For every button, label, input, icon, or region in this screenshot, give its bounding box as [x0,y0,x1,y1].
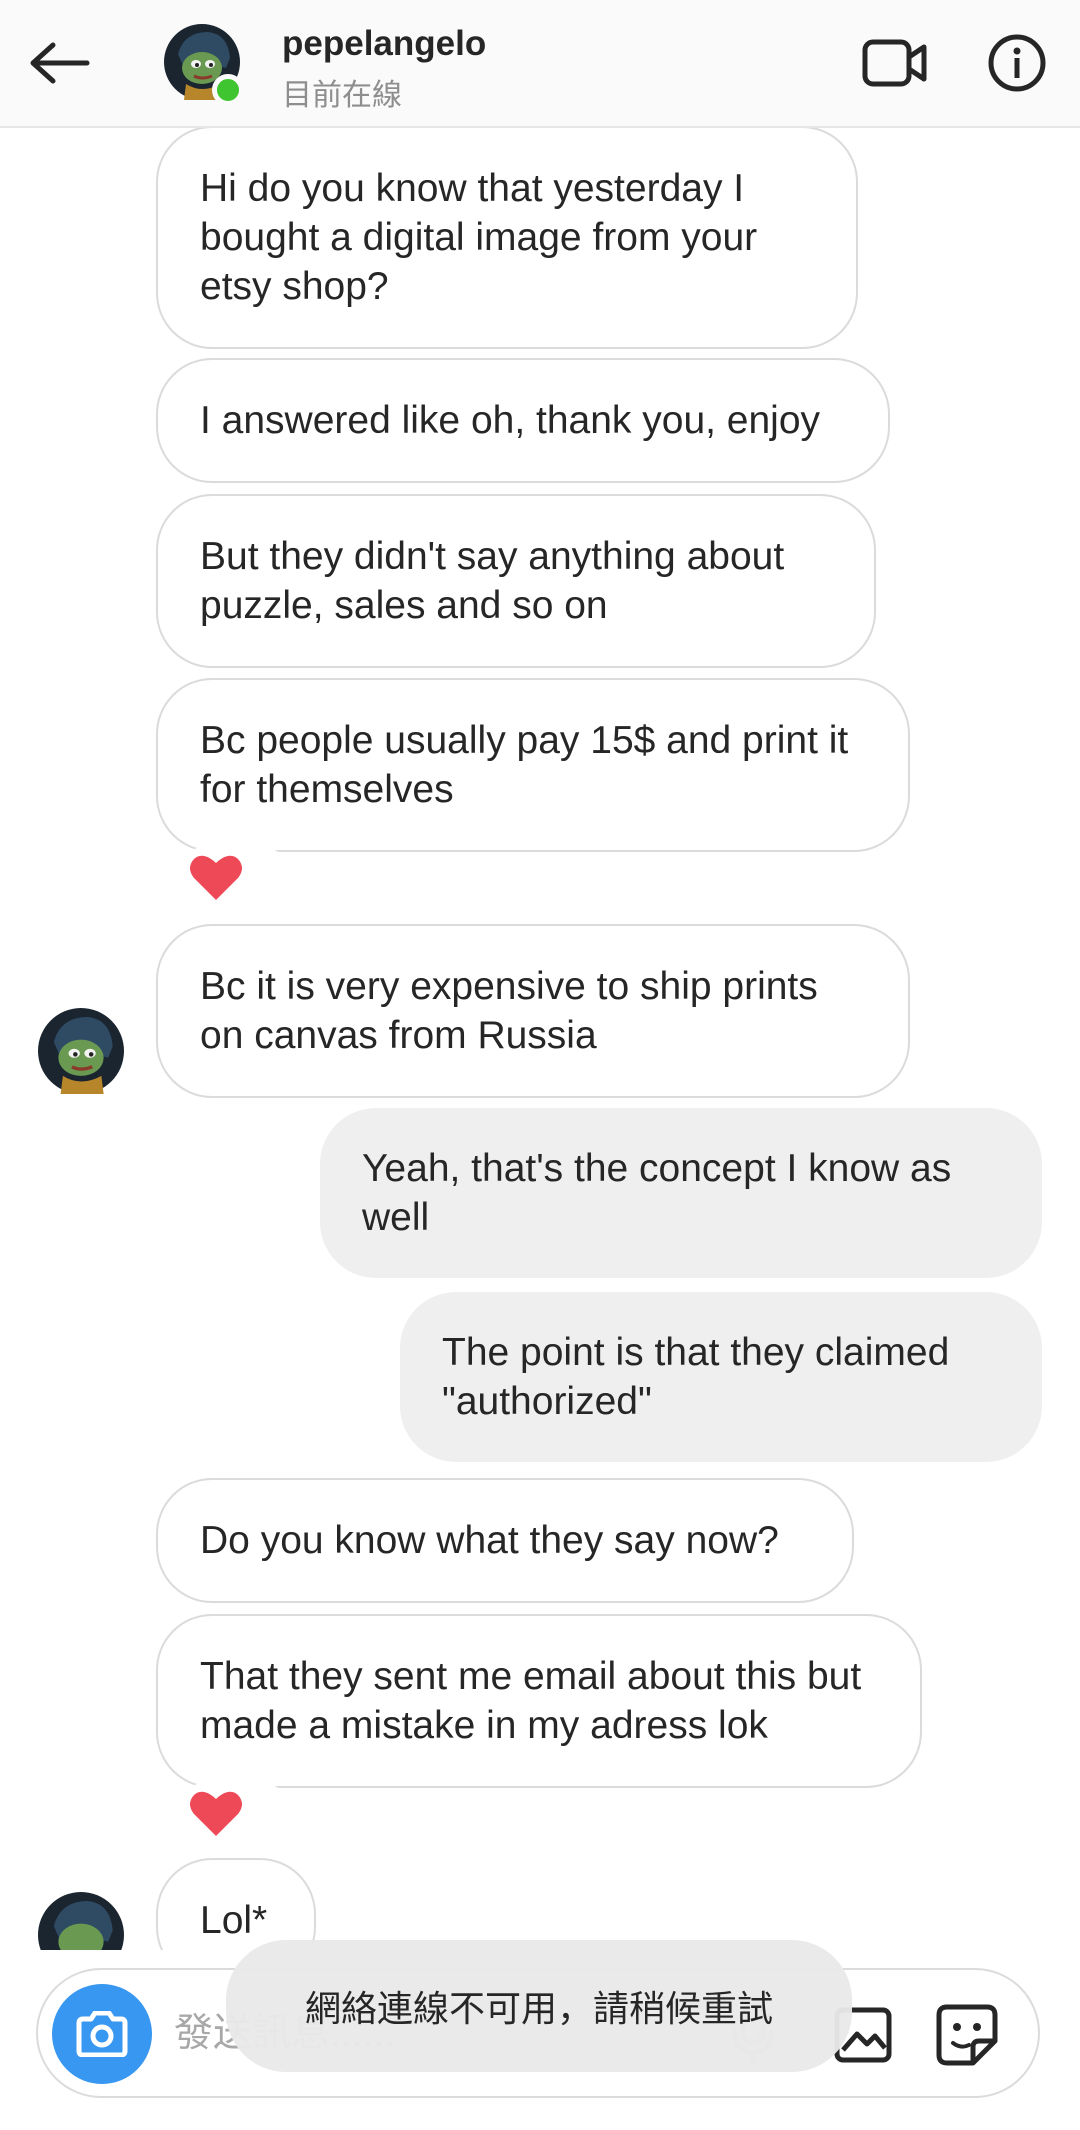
message-bubble[interactable]: Lol* [156,1858,316,1950]
camera-icon [76,2011,128,2057]
message-bubble[interactable]: But they didn't say anything about puzzl… [156,494,876,668]
message-bubble[interactable]: Do you know what they say now? [156,1478,854,1603]
message-text: The point is that they claimed "authoriz… [442,1331,950,1423]
sender-avatar[interactable] [38,1008,124,1094]
message-text: But they didn't say anything about puzzl… [200,535,785,627]
message-text: Bc it is very expensive to ship prints o… [200,965,818,1057]
message-text: Bc people usually pay 15$ and print it f… [200,719,849,811]
sender-avatar[interactable] [38,1892,124,1950]
active-status: 目前在線 [282,79,402,112]
camera-button[interactable] [52,1984,152,2084]
toast-text: 網絡連線不可用，請稍候重試 [304,1988,773,2029]
message-bubble[interactable]: Hi do you know that yesterday I bought a… [156,128,858,349]
online-indicator [212,74,244,106]
message-text: Yeah, that's the concept I know as well [362,1147,952,1239]
sticker-icon [936,2004,998,2066]
info-icon [988,34,1046,92]
message-text: Do you know what they say now? [200,1519,779,1562]
message-bubble[interactable]: The point is that they claimed "authoriz… [400,1292,1042,1462]
message-text: I answered like oh, thank you, enjoy [200,399,821,442]
message-text: Hi do you know that yesterday I bought a… [200,167,758,308]
back-button[interactable] [24,30,94,96]
message-bubble[interactable]: That they sent me email about this but m… [156,1614,922,1788]
sticker-button[interactable] [932,2000,1002,2070]
video-call-button[interactable] [858,30,932,96]
screen: pepelangelo 目前在線 Hi do you know that yes… [0,0,1080,2130]
arrow-left-icon [30,42,90,84]
message-text: That they sent me email about this but m… [200,1655,862,1747]
network-error-toast: 網絡連線不可用，請稍候重試 [226,1940,852,2072]
chat-username[interactable]: pepelangelo [282,24,486,64]
message-bubble[interactable]: Yeah, that's the concept I know as well [320,1108,1042,1278]
message-text: Lol* [200,1899,268,1942]
message-bubble[interactable]: I answered like oh, thank you, enjoy [156,358,890,483]
info-button[interactable] [984,30,1050,96]
message-bubble[interactable]: Bc it is very expensive to ship prints o… [156,924,910,1098]
heart-reaction-icon[interactable] [188,852,244,902]
message-thread[interactable]: Hi do you know that yesterday I bought a… [0,128,1080,1950]
video-camera-icon [862,39,927,87]
chat-header: pepelangelo 目前在線 [0,0,1080,128]
heart-reaction-icon[interactable] [188,1788,244,1838]
message-bubble[interactable]: Bc people usually pay 15$ and print it f… [156,678,910,852]
